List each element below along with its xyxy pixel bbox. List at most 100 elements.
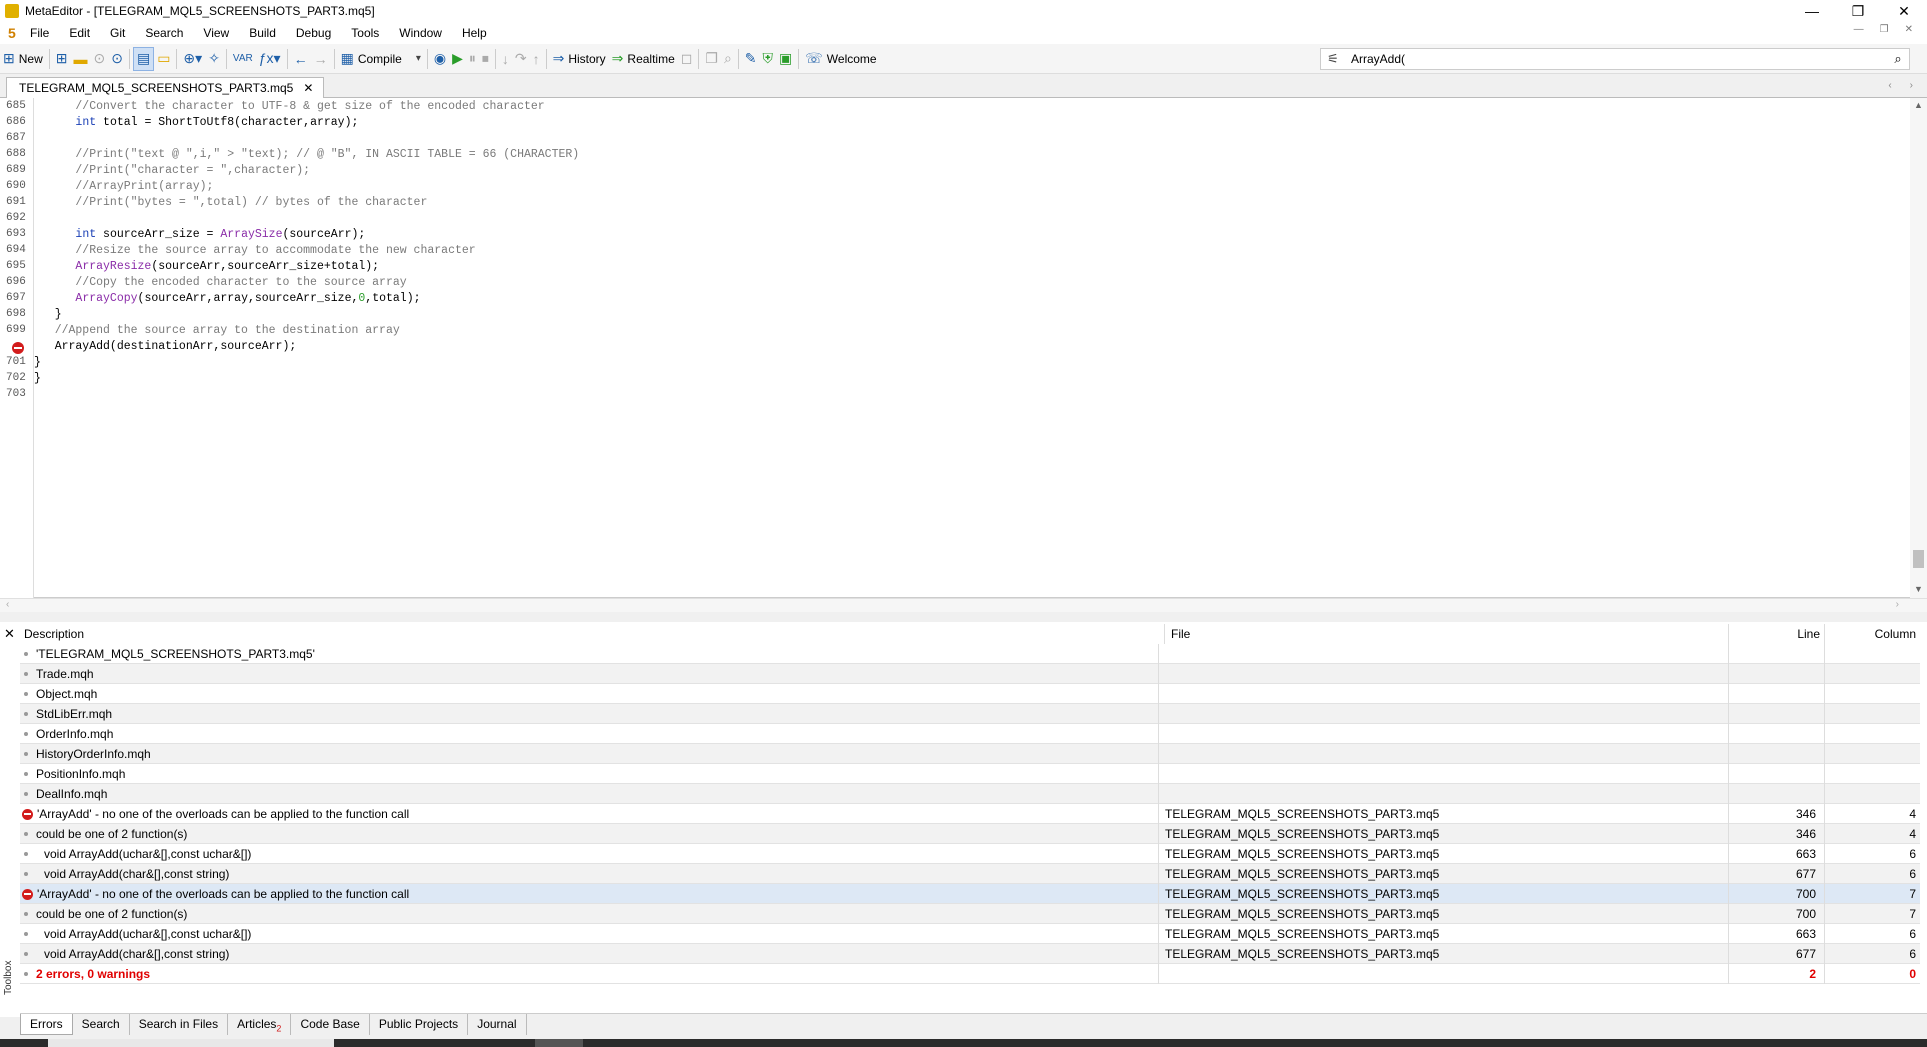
search-box[interactable]: ⚟ ArrayAdd( ⌕ bbox=[1320, 48, 1910, 70]
navigator-toggle-icon[interactable]: ▤ bbox=[132, 46, 155, 71]
close-window-button[interactable]: ✕ bbox=[1881, 0, 1927, 22]
tab-search[interactable]: Search bbox=[73, 1014, 130, 1035]
save-all-icon[interactable]: ⊙ bbox=[108, 47, 126, 71]
calendar-icon[interactable]: ▣ bbox=[776, 47, 795, 71]
step-over-icon[interactable]: ↷ bbox=[512, 47, 530, 71]
table-row[interactable]: void ArrayAdd(char&[],const string) TELEG… bbox=[20, 944, 1920, 964]
start-debug-icon[interactable]: ▶ bbox=[449, 47, 466, 71]
scroll-down-icon[interactable]: ▼ bbox=[1914, 584, 1923, 594]
menu-view[interactable]: View bbox=[193, 26, 239, 40]
table-row[interactable]: void ArrayAdd(uchar&[],const uchar&[]) TE… bbox=[20, 844, 1920, 864]
code-line[interactable]: //Convert the character to UTF-8 & get s… bbox=[34, 100, 544, 113]
tab-scroll-right-icon[interactable]: › bbox=[1910, 80, 1913, 91]
menu-git[interactable]: Git bbox=[100, 26, 135, 40]
step-into-icon[interactable]: ↓ bbox=[499, 47, 512, 71]
shield-icon[interactable]: ⛨ bbox=[760, 47, 777, 71]
menu-search[interactable]: Search bbox=[135, 26, 193, 40]
menu-window[interactable]: Window bbox=[389, 26, 452, 40]
code-editor[interactable]: 685 686 687 688 689 690 691 692 693 694 695 696 697 6… bbox=[0, 98, 1927, 598]
tab-errors[interactable]: Errors bbox=[20, 1014, 73, 1035]
code-line[interactable]: } bbox=[34, 356, 41, 369]
code-line[interactable]: //ArrayPrint(array); bbox=[34, 180, 213, 193]
toolbox-toggle-icon[interactable]: ▭ bbox=[154, 47, 173, 71]
debug-history-icon[interactable]: ◉ bbox=[431, 47, 449, 71]
code-line[interactable]: //Resize the source array to accommodate… bbox=[34, 244, 475, 257]
scrollbar-thumb[interactable] bbox=[1913, 550, 1924, 568]
compile-button[interactable]: ▦ Compile ▾ bbox=[338, 47, 424, 71]
menu-edit[interactable]: Edit bbox=[59, 26, 100, 40]
code-line[interactable]: //Append the source array to the destina… bbox=[34, 324, 400, 337]
variable-icon[interactable]: VAR bbox=[230, 47, 256, 71]
col-header-line[interactable]: Line bbox=[1728, 624, 1820, 644]
realtime-button[interactable]: ⇒ Realtime bbox=[609, 47, 678, 71]
open-folder-icon[interactable]: ▬ bbox=[70, 47, 90, 71]
code-line[interactable]: } bbox=[34, 308, 62, 321]
col-header-file[interactable]: File bbox=[1164, 624, 1190, 644]
minimize-button[interactable]: — bbox=[1789, 0, 1835, 22]
scroll-up-icon[interactable]: ▲ bbox=[1914, 100, 1923, 110]
error-row[interactable]: 'ArrayAdd' - no one of the overloads can… bbox=[20, 884, 1920, 904]
function-icon[interactable]: ƒx▾ bbox=[256, 47, 284, 71]
tab-search-in-files[interactable]: Search in Files bbox=[130, 1014, 229, 1035]
tab-scroll-left-icon[interactable]: ‹ bbox=[1888, 80, 1891, 91]
styler-icon[interactable]: ✧ bbox=[205, 47, 223, 71]
search-icon[interactable]: ⌕ bbox=[1887, 51, 1909, 67]
mdi-restore-icon[interactable]: ❐ bbox=[1880, 24, 1889, 35]
close-panel-icon[interactable]: ✕ bbox=[4, 626, 15, 642]
error-row[interactable]: 'ArrayAdd' - no one of the overloads can… bbox=[20, 804, 1920, 824]
new-project-icon[interactable]: ⊞ bbox=[53, 47, 71, 71]
new-button[interactable]: ⊞ New bbox=[0, 47, 46, 71]
editor-vertical-scrollbar[interactable]: ▲ ▼ bbox=[1910, 98, 1927, 598]
mdi-minimize-icon[interactable]: — bbox=[1854, 24, 1864, 35]
compile-dropdown-icon[interactable]: ▾ bbox=[416, 53, 421, 64]
code-line[interactable]: ArrayAdd(destinationArr,sourceArr); bbox=[34, 340, 297, 353]
code-line[interactable]: ArrayCopy(sourceArr,array,sourceArr_size… bbox=[34, 292, 420, 305]
col-header-column[interactable]: Column bbox=[1824, 624, 1916, 644]
code-line[interactable]: //Print("bytes = ",total) // bytes of th… bbox=[34, 196, 427, 209]
stop-icon[interactable]: ⏹ bbox=[479, 47, 492, 71]
forward-arrow-icon[interactable]: → bbox=[311, 47, 331, 71]
tab-journal[interactable]: Journal bbox=[468, 1014, 527, 1035]
code-line[interactable]: } bbox=[34, 372, 41, 385]
col-header-description[interactable]: Description bbox=[24, 624, 84, 644]
code-line[interactable]: //Print("character = ",character); bbox=[34, 164, 310, 177]
editor-horizontal-scrollbar[interactable]: ‹ › bbox=[0, 598, 1927, 612]
scroll-left-icon[interactable]: ‹ bbox=[6, 599, 9, 610]
table-row[interactable]: could be one of 2 function(s) TELEGRAM_MQ… bbox=[20, 824, 1920, 844]
mdi-close-icon[interactable]: ✕ bbox=[1905, 24, 1913, 35]
menu-build[interactable]: Build bbox=[239, 26, 286, 40]
close-tab-icon[interactable]: ✕ bbox=[303, 81, 313, 95]
edit-pencil-icon[interactable]: ✎ bbox=[742, 47, 760, 71]
menu-file[interactable]: File bbox=[20, 26, 59, 40]
code-line[interactable]: int total = ShortToUtf8(character,array)… bbox=[34, 116, 358, 129]
pause-icon[interactable]: ⏸ bbox=[466, 47, 479, 71]
search-options-icon[interactable]: ⚟ bbox=[1321, 51, 1345, 67]
history-button[interactable]: ⇒ History bbox=[550, 47, 609, 71]
table-row[interactable]: void ArrayAdd(char&[],const string) TELEG… bbox=[20, 864, 1920, 884]
code-line[interactable]: //Print("text @ ",i," > "text); // @ "B"… bbox=[34, 148, 579, 161]
code-line[interactable]: int sourceArr_size = ArraySize(sourceArr… bbox=[34, 228, 365, 241]
search-input[interactable]: ArrayAdd( bbox=[1345, 52, 1887, 66]
table-row[interactable]: HistoryOrderInfo.mqh bbox=[20, 744, 1920, 764]
save-icon[interactable]: ⊙ bbox=[90, 47, 108, 71]
tab-code-base[interactable]: Code Base bbox=[291, 1014, 370, 1035]
table-row[interactable]: 2 errors, 0 warnings 2 0 bbox=[20, 964, 1920, 984]
menu-help[interactable]: Help bbox=[452, 26, 497, 40]
menu-debug[interactable]: Debug bbox=[286, 26, 341, 40]
file-tab[interactable]: TELEGRAM_MQL5_SCREENSHOTS_PART3.mq5 ✕ bbox=[6, 77, 325, 98]
welcome-button[interactable]: ☏ Welcome bbox=[802, 47, 879, 71]
back-arrow-icon[interactable]: ← bbox=[291, 47, 311, 71]
insert-resource-icon[interactable]: ⊕▾ bbox=[180, 47, 205, 71]
table-row[interactable]: could be one of 2 function(s) TELEGRAM_MQ… bbox=[20, 904, 1920, 924]
code-line[interactable]: //Copy the encoded character to the sour… bbox=[34, 276, 406, 289]
copy-icon[interactable]: ❐ bbox=[702, 47, 721, 71]
table-row[interactable]: void ArrayAdd(uchar&[],const uchar&[]) TE… bbox=[20, 924, 1920, 944]
restore-button[interactable]: ❐ bbox=[1835, 0, 1881, 22]
code-line[interactable]: ArrayResize(sourceArr,sourceArr_size+tot… bbox=[34, 260, 379, 273]
step-out-icon[interactable]: ↑ bbox=[530, 47, 543, 71]
tab-public-projects[interactable]: Public Projects bbox=[370, 1014, 469, 1035]
table-row[interactable]: Trade.mqh bbox=[20, 664, 1920, 684]
table-row[interactable]: Object.mqh bbox=[20, 684, 1920, 704]
table-row[interactable]: DealInfo.mqh bbox=[20, 784, 1920, 804]
table-row[interactable]: 'TELEGRAM_MQL5_SCREENSHOTS_PART3.mq5' bbox=[20, 644, 1920, 664]
